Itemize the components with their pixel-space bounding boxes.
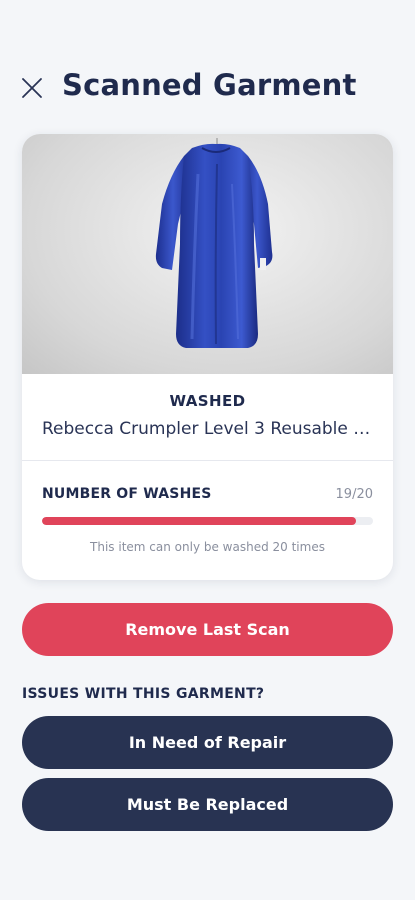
gown-illustration [155, 138, 273, 348]
garment-card: WASHED Rebecca Crumpler Level 3 Reusable… [22, 134, 393, 580]
status-label: WASHED [169, 392, 246, 410]
must-be-replaced-button[interactable]: Must Be Replaced [22, 778, 393, 831]
washes-label: NUMBER OF WASHES [42, 486, 212, 502]
washes-count: 19/20 [335, 487, 373, 502]
washes-note: This item can only be washed 20 times [90, 540, 325, 554]
washes-progress-fill [42, 517, 357, 525]
in-need-of-repair-button[interactable]: In Need of Repair [22, 716, 393, 769]
issues-label: ISSUES WITH THIS GARMENT? [22, 686, 265, 702]
scanned-garment-screen: Scanned Garment WASHED Rebecca Crumpler … [0, 0, 415, 900]
divider [22, 460, 393, 461]
close-button[interactable] [16, 74, 48, 106]
washes-progress-bar [42, 517, 373, 525]
header: Scanned Garment [0, 62, 415, 114]
close-icon [20, 76, 44, 104]
page-title: Scanned Garment [62, 68, 357, 102]
remove-last-scan-button[interactable]: Remove Last Scan [22, 603, 393, 656]
garment-photo [22, 134, 393, 374]
garment-name: Rebecca Crumpler Level 3 Reusable Gown [42, 419, 373, 439]
